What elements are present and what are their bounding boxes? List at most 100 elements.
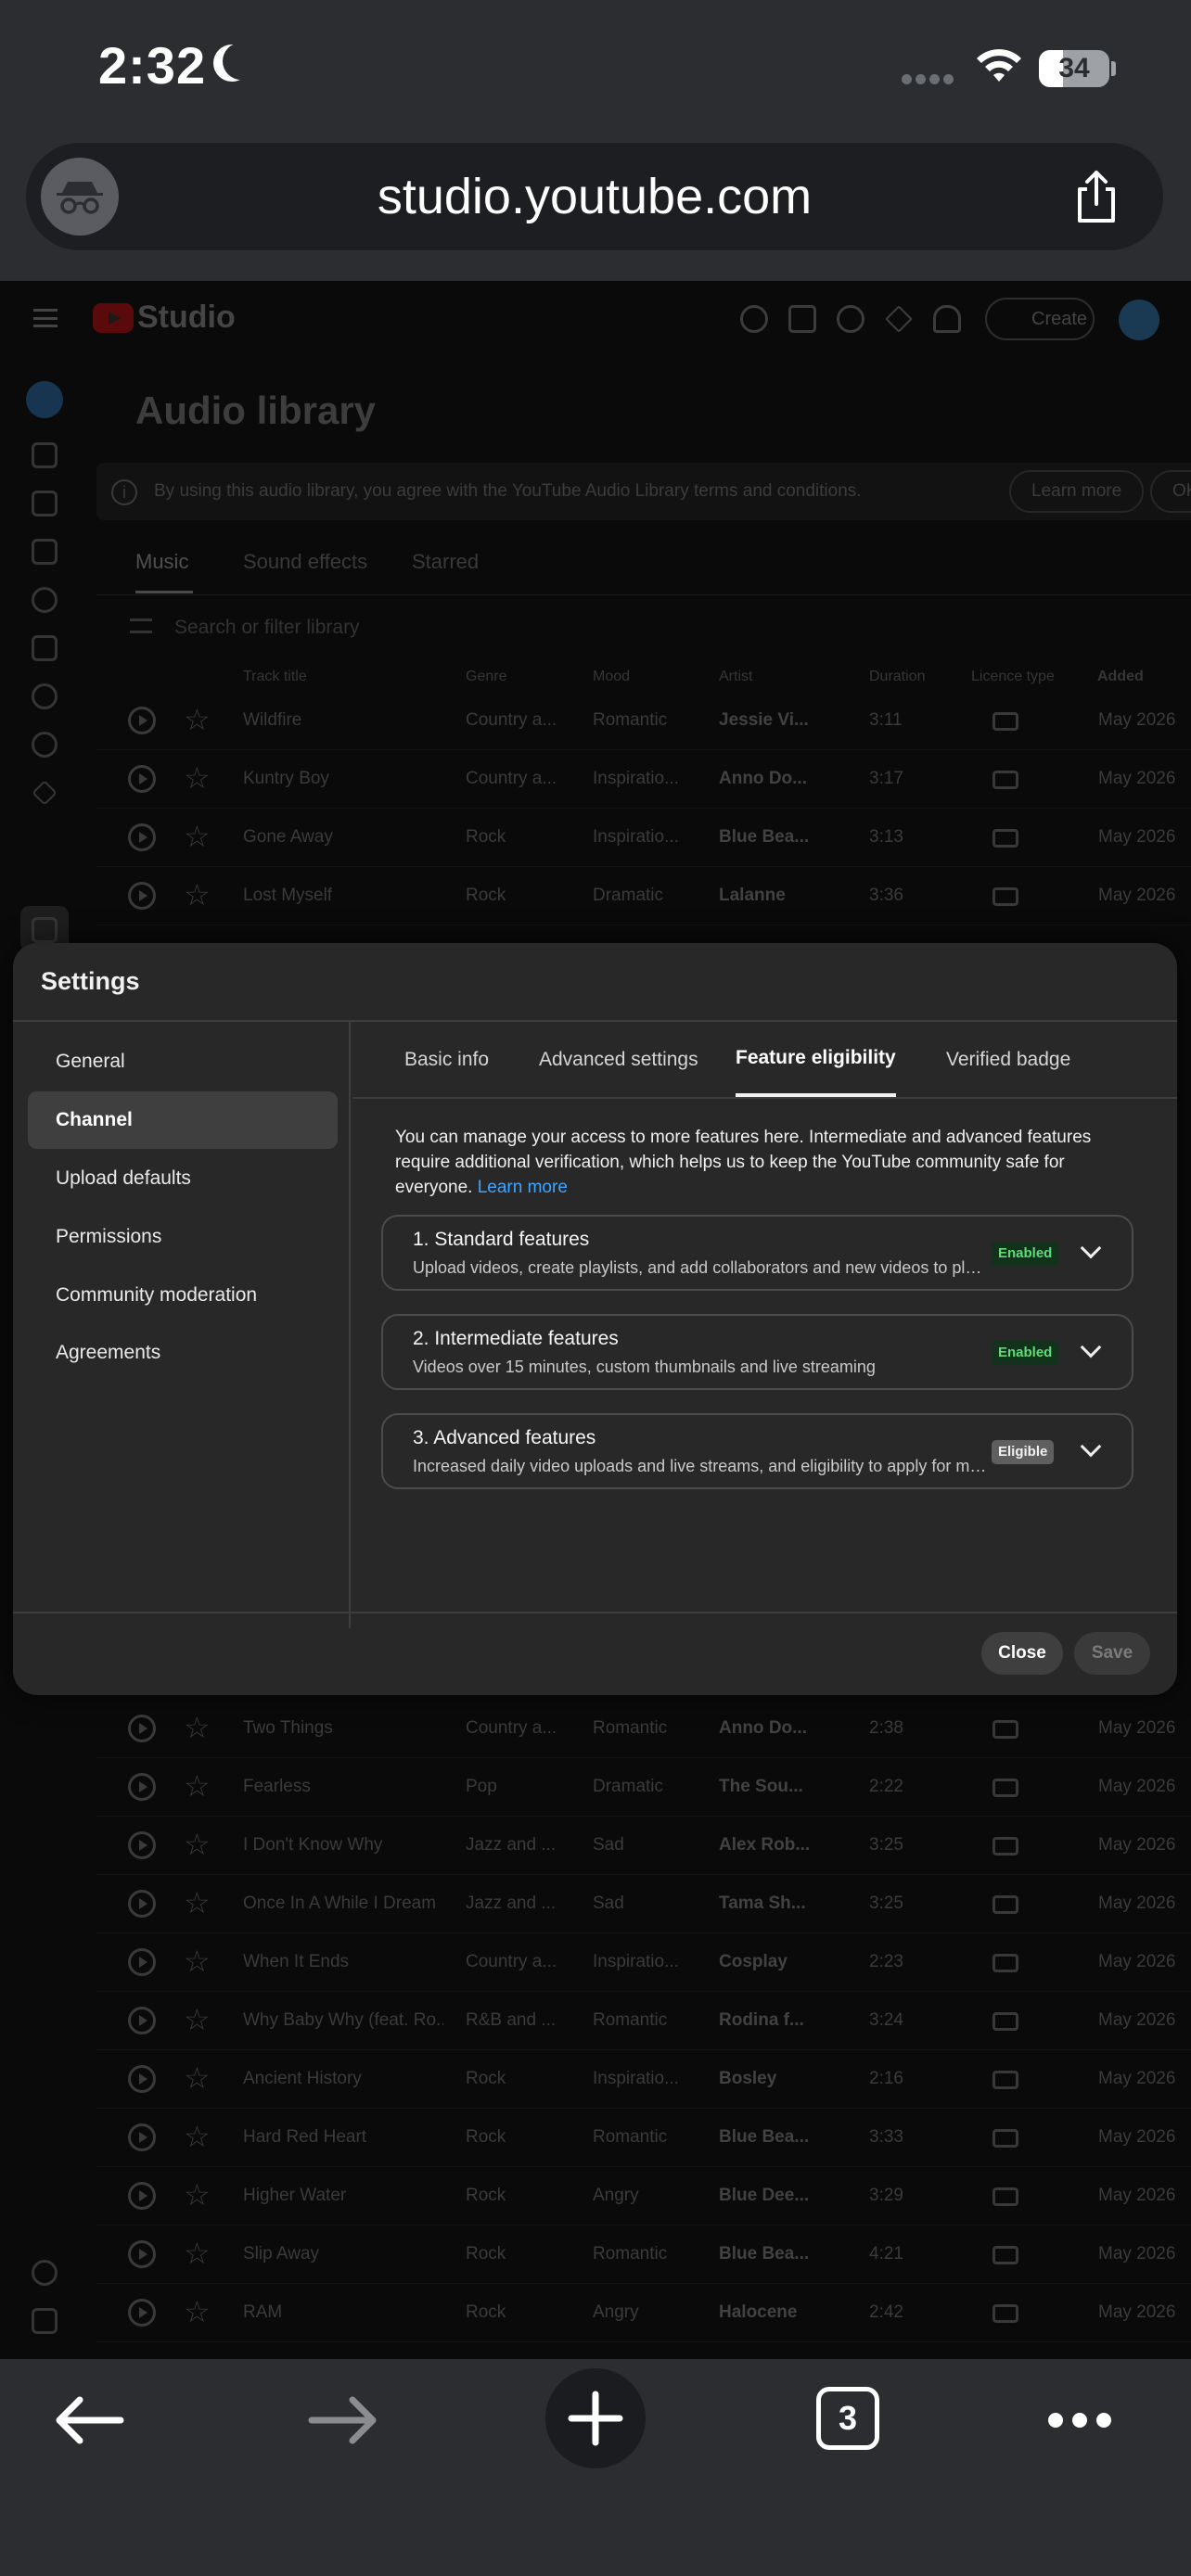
licence-type-icon[interactable] — [992, 771, 1018, 789]
menu-icon[interactable] — [33, 309, 58, 327]
nav-item-permissions[interactable]: Permissions — [28, 1208, 338, 1266]
play-icon[interactable] — [128, 1890, 156, 1918]
share-icon[interactable] — [1069, 169, 1124, 224]
send-feedback-icon[interactable] — [32, 2308, 58, 2334]
star-icon[interactable]: ☆ — [184, 2120, 211, 2153]
track-artist[interactable]: Blue Bea... — [719, 2244, 821, 2264]
new-tab-button[interactable] — [545, 2368, 646, 2468]
table-row[interactable]: ☆ Once In A While I Dream Jazz and ... Sad T… — [96, 1875, 1191, 1933]
nav-item-upload-defaults[interactable]: Upload defaults — [28, 1150, 338, 1207]
licence-type-icon[interactable] — [992, 1779, 1018, 1797]
chevron-down-icon[interactable] — [1080, 1237, 1102, 1259]
track-artist[interactable]: Lalanne — [719, 886, 821, 906]
star-icon[interactable]: ☆ — [184, 1945, 211, 1978]
filter-icon[interactable] — [130, 618, 152, 633]
earn-icon[interactable] — [32, 732, 58, 758]
channel-avatar[interactable] — [26, 381, 63, 418]
tabs-icon[interactable]: 3 — [816, 2387, 879, 2450]
play-icon[interactable] — [128, 1715, 156, 1742]
licence-type-icon[interactable] — [992, 887, 1018, 906]
star-icon[interactable]: ☆ — [184, 820, 211, 853]
feature-card-advanced[interactable]: 3. Advanced features Increased daily vid… — [381, 1413, 1133, 1489]
star-icon[interactable]: ☆ — [184, 1711, 211, 1744]
copyright-icon[interactable] — [32, 683, 58, 709]
notifications-icon[interactable] — [933, 305, 961, 333]
play-icon[interactable] — [128, 2123, 156, 2151]
table-row[interactable]: ☆ I Don't Know Why Jazz and ... Sad Alex Rob… — [96, 1817, 1191, 1875]
nav-item-general[interactable]: General — [28, 1033, 338, 1090]
content-icon[interactable] — [32, 491, 58, 516]
search-icon[interactable] — [740, 305, 768, 333]
intro-learn-more-link[interactable]: Learn more — [478, 1178, 568, 1197]
star-icon[interactable]: ☆ — [184, 1886, 211, 1919]
play-icon[interactable] — [128, 2182, 156, 2210]
track-artist[interactable]: Tama Sh... — [719, 1894, 821, 1914]
track-artist[interactable]: Blue Dee... — [719, 2186, 821, 2206]
feedback-icon[interactable] — [788, 305, 816, 333]
settings-icon[interactable] — [32, 2260, 58, 2286]
star-icon[interactable]: ☆ — [184, 878, 211, 912]
create-button[interactable]: Create — [985, 298, 1095, 340]
help-icon[interactable] — [837, 305, 864, 333]
star-icon[interactable]: ☆ — [184, 2061, 211, 2095]
star-icon[interactable]: ☆ — [184, 2237, 211, 2270]
track-artist[interactable]: Halocene — [719, 2302, 821, 2323]
column-header-duration[interactable]: Duration — [869, 669, 925, 685]
track-artist[interactable]: Cosplay — [719, 1952, 821, 1972]
customisation-icon[interactable] — [32, 780, 58, 806]
table-row[interactable]: ☆ When It Ends Country a... Inspiratio... Co… — [96, 1933, 1191, 1992]
track-artist[interactable]: The Sou... — [719, 1777, 821, 1797]
play-icon[interactable] — [128, 1831, 156, 1859]
tab-feature-eligibility[interactable]: Feature eligibility — [736, 1022, 896, 1097]
licence-type-icon[interactable] — [992, 1720, 1018, 1739]
column-header-artist[interactable]: Artist — [719, 669, 752, 685]
play-icon[interactable] — [128, 2299, 156, 2327]
play-icon[interactable] — [128, 765, 156, 793]
licence-type-icon[interactable] — [992, 2246, 1018, 2264]
star-icon[interactable]: ☆ — [184, 1769, 211, 1803]
address-bar[interactable]: studio.youtube.com — [26, 143, 1163, 250]
account-avatar[interactable] — [1119, 300, 1159, 340]
column-header-track-title[interactable]: Track title — [243, 669, 307, 685]
play-icon[interactable] — [128, 2065, 156, 2093]
table-row[interactable]: ☆ Kuntry Boy Country a... Inspiratio... Anno… — [96, 750, 1191, 809]
dashboard-icon[interactable] — [32, 442, 58, 468]
nav-item-channel[interactable]: Channel — [28, 1091, 338, 1149]
star-icon[interactable]: ☆ — [184, 703, 211, 736]
table-row[interactable]: ☆ Hard Red Heart Rock Romantic Blue Bea... 3:… — [96, 2109, 1191, 2167]
sparkle-icon[interactable] — [885, 305, 913, 333]
track-artist[interactable]: Anno Do... — [719, 1718, 821, 1739]
save-button[interactable]: Save — [1074, 1632, 1150, 1675]
track-artist[interactable]: Rodina f... — [719, 2010, 821, 2031]
analytics-icon[interactable] — [32, 539, 58, 565]
play-icon[interactable] — [128, 823, 156, 851]
track-artist[interactable]: Anno Do... — [719, 769, 821, 789]
table-row[interactable]: ☆ Wildfire Country a... Romantic Jessie Vi..… — [96, 692, 1191, 750]
track-artist[interactable]: Jessie Vi... — [719, 710, 821, 731]
tab-starred[interactable]: Starred — [412, 550, 479, 574]
tab-basic-info[interactable]: Basic info — [404, 1022, 489, 1097]
table-row[interactable]: ☆ RAM Rock Angry Halocene 2:42 May 2026 — [96, 2284, 1191, 2342]
table-row[interactable]: ☆ Higher Water Rock Angry Blue Dee... 3:29 May… — [96, 2167, 1191, 2225]
licence-type-icon[interactable] — [992, 1954, 1018, 1972]
track-artist[interactable]: Blue Bea... — [719, 2127, 821, 2148]
filter-bar[interactable]: Search or filter library — [96, 600, 1191, 656]
star-icon[interactable]: ☆ — [184, 2295, 211, 2328]
play-icon[interactable] — [128, 707, 156, 734]
forward-icon[interactable] — [306, 2392, 380, 2448]
feature-card-standard[interactable]: 1. Standard features Upload videos, crea… — [381, 1215, 1133, 1291]
community-icon[interactable] — [32, 587, 58, 613]
column-header-licence-type[interactable]: Licence type — [971, 669, 1055, 685]
star-icon[interactable]: ☆ — [184, 2003, 211, 2036]
subtitles-icon[interactable] — [32, 635, 58, 661]
search-filter-input[interactable]: Search or filter library — [174, 617, 360, 639]
play-icon[interactable] — [128, 2240, 156, 2268]
table-row[interactable]: ☆ Slip Away Rock Romantic Blue Bea... 4:21 May… — [96, 2225, 1191, 2284]
licence-type-icon[interactable] — [992, 2012, 1018, 2031]
tab-music[interactable]: Music — [135, 550, 188, 574]
track-artist[interactable]: Blue Bea... — [719, 827, 821, 848]
back-icon[interactable] — [52, 2392, 126, 2448]
play-icon[interactable] — [128, 1948, 156, 1976]
notice-ok-button[interactable]: OK — [1150, 470, 1191, 513]
play-icon[interactable] — [128, 2007, 156, 2034]
